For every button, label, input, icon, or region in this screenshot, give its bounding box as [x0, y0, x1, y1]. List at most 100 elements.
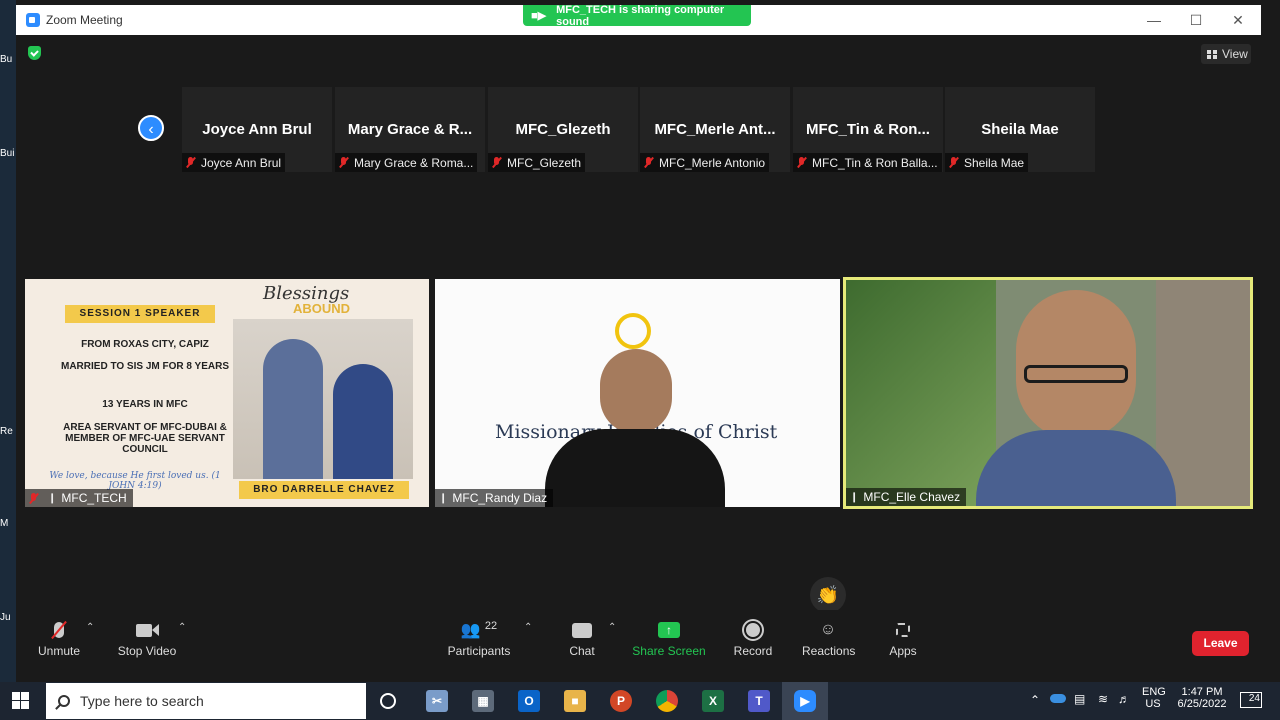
clock-time: 1:47 PM: [1181, 686, 1223, 698]
teams-icon[interactable]: T: [748, 690, 770, 712]
stop-video-button[interactable]: Stop Video: [114, 618, 180, 658]
participant-tile[interactable]: Sheila Mae Sheila Mae: [945, 87, 1095, 172]
speaker-photo: [233, 319, 413, 479]
participant-name: MFC_Merle Antonio: [659, 155, 766, 170]
grid-icon: [1207, 49, 1217, 59]
file-explorer-icon[interactable]: ■: [564, 690, 586, 712]
video-name-label: ❙ MFC_TECH: [25, 489, 133, 507]
slide-speaker-banner: BRO DARRELLE CHAVEZ: [239, 481, 409, 499]
slide-verse: We love, because He first loved us. (1 J…: [49, 471, 221, 491]
language-indicator[interactable]: ENG US: [1142, 686, 1166, 710]
logo-icon: [615, 313, 651, 349]
audio-options-caret[interactable]: ⌃: [86, 622, 94, 633]
participant-name: MFC_Glezeth: [507, 155, 582, 170]
camera-body: [135, 623, 152, 637]
participant-display-name: Sheila Mae: [981, 121, 1059, 138]
notifications-icon[interactable]: 24: [1240, 692, 1262, 708]
participant-name: MFC_Tin & Ron Balla...: [812, 155, 938, 170]
slide-line: MARRIED TO SIS JM FOR 8 YEARS: [61, 361, 229, 372]
video-options-caret[interactable]: ⌃: [178, 622, 186, 633]
apps-label: Apps: [889, 644, 917, 658]
participant-tile[interactable]: Joyce Ann Brul Joyce Ann Brul: [182, 87, 332, 172]
video-name-label: ❙ MFC_Randy Diaz: [435, 489, 554, 507]
participants-options-caret[interactable]: ⌃: [524, 622, 532, 633]
chat-button[interactable]: Chat: [562, 618, 602, 658]
minimize-button[interactable]: —: [1142, 9, 1166, 31]
video-participant-name: MFC_Elle Chavez: [863, 490, 961, 504]
participant-display-name: MFC_Merle Ant...: [654, 121, 776, 138]
unmute-button[interactable]: Unmute: [34, 618, 84, 658]
record-button[interactable]: Record: [732, 618, 774, 658]
participant-tile[interactable]: Mary Grace & R... Mary Grace & Roma...: [335, 87, 485, 172]
show-hidden-icons-chevron-up-icon[interactable]: ⌃: [1030, 693, 1040, 707]
desktop-icon-label[interactable]: Bu: [0, 54, 16, 65]
apps-grid: [896, 623, 910, 637]
clock[interactable]: 1:47 PM 6/25/2022: [1172, 686, 1232, 710]
chat-options-caret[interactable]: ⌃: [608, 622, 616, 633]
clock-date: 6/25/2022: [1177, 698, 1227, 710]
outlook-icon[interactable]: O: [518, 690, 540, 712]
apps-button[interactable]: Apps: [886, 618, 920, 658]
glasses-icon: [1024, 365, 1128, 383]
slide-title-bold: ABOUND: [293, 301, 351, 316]
desktop-icon-label[interactable]: Ju: [0, 612, 16, 623]
leave-button[interactable]: Leave: [1192, 631, 1249, 656]
chat-icon: [562, 618, 602, 642]
video-participant-name: MFC_Randy Diaz: [452, 491, 548, 505]
windows-logo-pane: [12, 701, 20, 709]
windows-logo-pane: [12, 692, 20, 700]
windows-logo-pane: [21, 692, 29, 700]
video-tile-mfc-tech[interactable]: SESSION 1 SPEAKER Blessings ABOUND FROM …: [25, 279, 429, 507]
excel-icon[interactable]: X: [702, 690, 724, 712]
sharing-sound-banner[interactable]: ■▶ MFC_TECH is sharing computer sound: [523, 4, 751, 28]
chat-label: Chat: [569, 644, 595, 658]
participant-tile[interactable]: MFC_Glezeth MFC_Glezeth: [488, 87, 638, 172]
smiley-add-icon: ☺: [802, 618, 854, 642]
previous-page-button[interactable]: ‹: [138, 115, 164, 141]
zoom-window: Zoom Meeting ■▶ MFC_TECH is sharing comp…: [16, 4, 1261, 665]
windows-start-button[interactable]: [12, 692, 30, 710]
desktop-icon-label[interactable]: M: [0, 518, 16, 529]
participant-name-label: MFC_Glezeth: [488, 153, 586, 172]
person-body: [976, 430, 1176, 506]
person-silhouette: [263, 339, 323, 479]
chevron-left-icon: ‹: [148, 121, 154, 138]
participant-tile[interactable]: MFC_Merle Ant... MFC_Merle Antonio: [640, 87, 790, 172]
desktop-icon-label[interactable]: Bui: [0, 148, 16, 159]
meeting-toolbar: Unmute ⌃ Stop Video ⌃ 👥 22 Participants …: [16, 610, 1261, 665]
wifi-icon[interactable]: ≋: [1098, 692, 1108, 706]
volume-icon[interactable]: ♬: [1118, 692, 1130, 706]
maximize-button[interactable]: ☐: [1184, 9, 1208, 31]
record-label: Record: [733, 644, 773, 658]
taskbar-search-box[interactable]: Type here to search: [46, 683, 366, 719]
person-silhouette: [976, 290, 1176, 506]
video-name-label: ❙ MFC_Elle Chavez: [846, 488, 967, 506]
share-screen-button[interactable]: ↑ Share Screen: [632, 618, 706, 658]
participants-button[interactable]: 👥 22 Participants: [446, 618, 512, 658]
video-tile-mfc-randy-diaz[interactable]: Missionary Families of Christ ❙ MFC_Rand…: [435, 279, 840, 507]
security-shield-icon[interactable]: [28, 46, 41, 60]
view-button[interactable]: View: [1201, 44, 1251, 64]
person-head: [600, 349, 672, 434]
close-button[interactable]: ✕: [1226, 9, 1250, 31]
video-tile-mfc-elle-chavez[interactable]: ❙ MFC_Elle Chavez: [843, 277, 1253, 509]
participant-name: Mary Grace & Roma...: [354, 155, 474, 170]
onedrive-icon[interactable]: [1050, 694, 1066, 703]
reactions-button[interactable]: ☺ Reactions: [802, 618, 855, 658]
desktop-icon-label[interactable]: Re: [0, 426, 16, 437]
camera-lens: [151, 624, 159, 636]
slide-line: 13 YEARS IN MFC: [102, 399, 188, 410]
calculator-icon[interactable]: ▦: [472, 690, 494, 712]
chrome-icon[interactable]: [656, 690, 678, 712]
participant-display-name: Mary Grace & R...: [347, 121, 473, 138]
mic-muted-icon: [949, 157, 958, 168]
slide-line: FROM ROXAS CITY, CAPIZ: [81, 339, 209, 350]
mic-muted-icon: [34, 618, 84, 642]
pin-icon: ❙: [850, 491, 859, 503]
snipping-tool-icon[interactable]: ✂: [426, 690, 448, 712]
battery-icon[interactable]: ▤: [1074, 692, 1085, 706]
zoom-taskbar-icon[interactable]: ▶: [794, 690, 816, 712]
participant-tile[interactable]: MFC_Tin & Ron... MFC_Tin & Ron Balla...: [793, 87, 943, 172]
powerpoint-icon[interactable]: P: [610, 690, 632, 712]
cortana-icon[interactable]: [380, 693, 396, 709]
